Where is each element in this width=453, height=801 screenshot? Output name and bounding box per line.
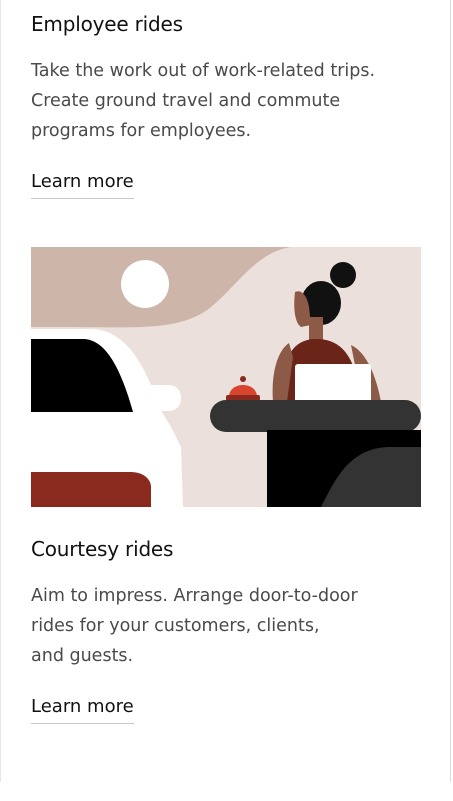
courtesy-rides-section: Courtesy rides Aim to impress. Arrange d… (31, 535, 421, 724)
courtesy-rides-title: Courtesy rides (31, 537, 174, 561)
courtesy-rides-description: Aim to impress. Arrange door-to-door rid… (31, 586, 358, 666)
courtesy-rides-learn-more-link[interactable]: Learn more (31, 693, 134, 724)
employee-rides-title: Employee rides (31, 12, 183, 36)
person-hair-bun (330, 262, 356, 288)
employee-rides-description: Take the work out of work-related trips.… (31, 61, 376, 141)
employee-rides-section: Employee rides Take the work out of work… (31, 10, 421, 199)
sun-icon (121, 260, 169, 308)
employee-rides-learn-more-link[interactable]: Learn more (31, 168, 134, 199)
desk-top (210, 400, 421, 432)
car-stripe (31, 472, 151, 507)
car-mirror (135, 385, 181, 411)
courtesy-rides-illustration (31, 247, 421, 507)
